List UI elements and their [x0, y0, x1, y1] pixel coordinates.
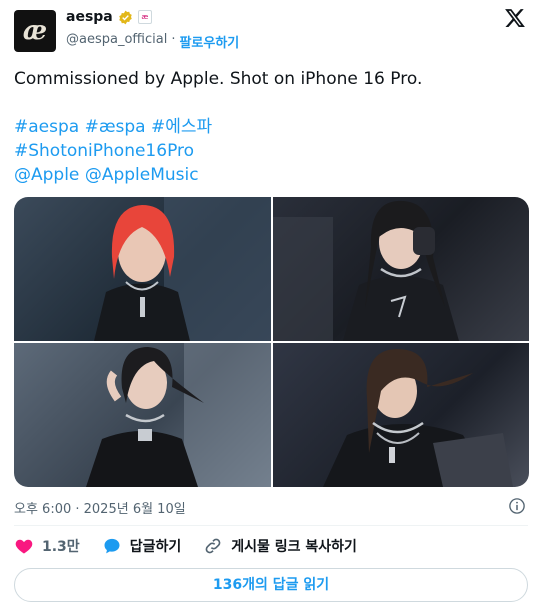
- hashtag-shotoniphone[interactable]: #ShotoniPhone16Pro: [14, 141, 194, 161]
- like-button[interactable]: 1.3만: [14, 536, 80, 556]
- hashtag-aespa-alt[interactable]: #æspa: [85, 117, 146, 137]
- photo-1[interactable]: [14, 197, 271, 341]
- author-name[interactable]: aespa: [66, 9, 113, 25]
- tweet-text-line1: Commissioned by Apple. Shot on iPhone 16…: [14, 69, 423, 89]
- reply-bubble-icon: [104, 538, 120, 554]
- hashtag-aespa-korean[interactable]: #에스파: [151, 117, 212, 137]
- hashtag-row: #aespa #æspa #에스파: [14, 115, 212, 139]
- x-logo-icon[interactable]: [504, 7, 526, 29]
- like-count: 1.3만: [42, 539, 80, 555]
- photo-4-image: [323, 349, 513, 487]
- mention-applemusic[interactable]: @AppleMusic: [85, 165, 199, 185]
- avatar[interactable]: æ: [14, 10, 56, 52]
- author-handle[interactable]: @aespa_official: [66, 32, 167, 51]
- photo-4[interactable]: [273, 343, 529, 487]
- photo-3[interactable]: [14, 343, 271, 487]
- handle-row: @aespa_official · 팔로우하기: [66, 32, 239, 51]
- mention-apple[interactable]: @Apple: [14, 165, 79, 185]
- affiliate-badge-text: æ: [141, 13, 149, 21]
- photo-1-image: [94, 197, 271, 341]
- reply-button[interactable]: 답글하기: [102, 536, 182, 556]
- info-icon[interactable]: [508, 497, 526, 515]
- timestamp[interactable]: 오후 6:00 · 2025년 6월 10일: [14, 498, 186, 517]
- author-name-row: aespa æ: [66, 9, 152, 25]
- photo-grid: [14, 197, 529, 487]
- hashtag-aespa[interactable]: #aespa: [14, 117, 79, 137]
- reply-label: 답글하기: [129, 539, 182, 555]
- tweet-card: æ aespa æ @aespa_official · 팔로우하기 Commis…: [0, 0, 538, 602]
- copy-link-button[interactable]: 게시물 링크 복사하기: [203, 536, 357, 556]
- heart-icon: [15, 539, 33, 554]
- photo-3-image: [86, 343, 271, 487]
- follow-button[interactable]: 팔로우하기: [179, 32, 239, 51]
- copy-link-label: 게시물 링크 복사하기: [231, 539, 357, 555]
- mention-row: @Apple @AppleMusic: [14, 163, 199, 187]
- handle-separator: ·: [171, 32, 176, 47]
- link-icon: [205, 538, 221, 554]
- avatar-logo: æ: [22, 16, 48, 46]
- photo-2-image: [273, 200, 459, 341]
- affiliate-badge[interactable]: æ: [137, 10, 152, 24]
- photo-2[interactable]: [273, 197, 529, 341]
- verified-badge-icon: [119, 10, 132, 24]
- hashtag-row-2: #ShotoniPhone16Pro: [14, 139, 194, 163]
- action-bar: 1.3만 답글하기 게시물 링크 복사하기: [14, 536, 379, 556]
- divider: [14, 525, 528, 526]
- read-replies-button[interactable]: 136개의 답글 읽기: [14, 568, 528, 602]
